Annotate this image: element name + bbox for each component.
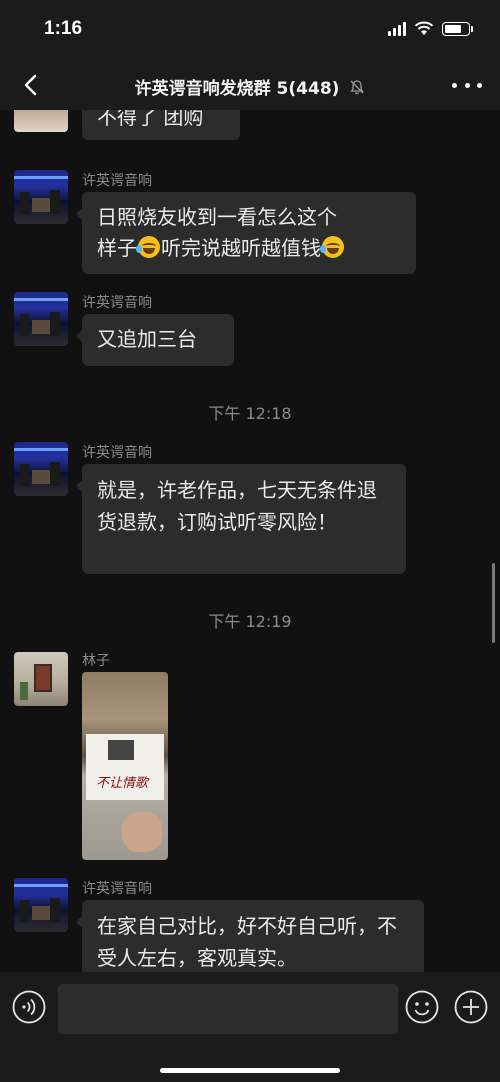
message-text: 不得了 团购: [97, 110, 204, 129]
sender-name: 许英谔音响: [82, 173, 152, 189]
chat-title: 许英谔音响发烧群 5(448): [0, 74, 500, 100]
message-text: 听完说越听越值钱: [161, 236, 321, 260]
bell-slash-icon: [349, 79, 365, 100]
avatar[interactable]: [14, 110, 68, 132]
message-text: 就是，许老作品，七天无条件退货退款，订购试听零风险！: [97, 478, 377, 534]
status-bar: 1:16: [0, 0, 500, 60]
chat-message-list[interactable]: 不得了 团购 许英谔音响 日照烧友收到一看怎么这个 样子 听完说越听越值钱 许英谔…: [0, 110, 500, 972]
emoji-icon[interactable]: [405, 990, 439, 1024]
home-indicator: [160, 1068, 340, 1073]
avatar[interactable]: [14, 292, 68, 346]
sender-name: 林子: [82, 653, 110, 669]
wifi-icon: [414, 21, 434, 35]
avatar[interactable]: [14, 170, 68, 224]
timestamp: 下午 12:19: [208, 612, 292, 631]
plus-icon[interactable]: [454, 990, 488, 1024]
timestamp: 下午 12:18: [208, 404, 292, 423]
nav-bar: 许英谔音响发烧群 5(448): [0, 60, 500, 110]
message-text: 日照烧友收到一看怎么这个: [97, 205, 337, 229]
album-cover: 不让情歌: [86, 734, 164, 800]
message-bubble[interactable]: 在家自己对比，好不好自己听，不受人左右，客观真实。: [76, 900, 424, 972]
battery-icon: [442, 21, 473, 36]
avatar[interactable]: [14, 442, 68, 496]
message-bubble[interactable]: 就是，许老作品，七天无条件退货退款，订购试听零风险！: [76, 464, 406, 574]
chat-title-text: 许英谔音响发烧群 5(448): [134, 79, 340, 99]
voice-icon[interactable]: [12, 990, 46, 1024]
photo-message[interactable]: 不让情歌: [82, 672, 168, 860]
sender-name: 许英谔音响: [82, 881, 152, 897]
scrollbar[interactable]: [492, 563, 495, 643]
sender-name: 许英谔音响: [82, 295, 152, 311]
avatar[interactable]: [14, 878, 68, 932]
message-bubble[interactable]: 日照烧友收到一看怎么这个 样子 听完说越听越值钱: [76, 192, 416, 274]
avatar[interactable]: [14, 652, 68, 706]
more-dots-icon[interactable]: [452, 73, 482, 97]
signal-icon: [388, 21, 406, 36]
message-text: 在家自己对比，好不好自己听，不受人左右，客观真实。: [97, 914, 397, 970]
message-text: 又追加三台: [97, 327, 197, 351]
message-input[interactable]: [58, 984, 398, 1034]
status-time: 1:16: [44, 18, 83, 39]
sender-name: 许英谔音响: [82, 445, 152, 461]
message-bubble[interactable]: 又追加三台: [76, 314, 234, 366]
laughing-crying-emoji: [320, 236, 344, 258]
message-text: 样子: [97, 236, 137, 260]
status-icons: [388, 21, 473, 36]
input-bar: [0, 972, 500, 1082]
album-title: 不让情歌: [96, 776, 149, 791]
message-bubble[interactable]: 不得了 团购: [82, 110, 240, 140]
laughing-crying-emoji: [136, 236, 160, 258]
